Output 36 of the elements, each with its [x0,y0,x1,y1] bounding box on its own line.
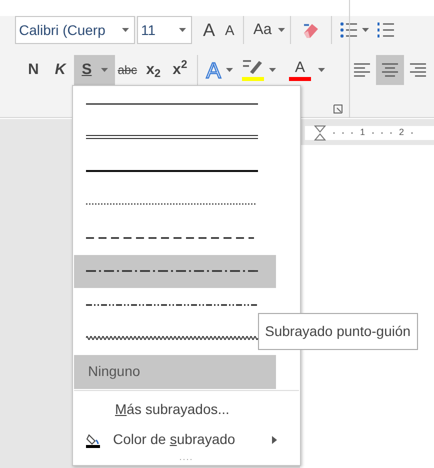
dropdown-icon[interactable] [100,67,109,73]
submenu-arrow-icon [272,436,278,444]
font-size-value: 11 [141,20,157,40]
format-button[interactable]: K [46,55,74,85]
font-name-field[interactable]: Calibri (Cuerp [15,16,135,44]
font-name-value: Calibri (Cuerp [19,20,106,40]
dropdown-icon[interactable] [121,27,130,33]
format-button[interactable]: S [74,55,115,85]
dropdown-icon[interactable] [178,27,187,33]
dropdown-icon[interactable] [268,67,277,73]
menu-item[interactable]: Ninguno [74,355,276,388]
dropdown-icon[interactable] [224,67,234,73]
grow-font-button[interactable]: A [198,15,220,45]
paint-bucket-icon [85,432,101,448]
color-bar [288,76,311,80]
indent-marker-icon[interactable] [314,125,326,141]
dropdown-icon[interactable] [276,27,286,33]
numbered-list-icon[interactable] [376,20,395,40]
dialog-launcher-icon[interactable] [333,104,343,114]
font-color-button[interactable]: A [282,55,317,85]
ruler-number: 1 [360,126,366,140]
bullet-list-icon[interactable] [338,20,358,40]
font-size-field[interactable]: 11 [137,16,192,44]
shrink-font-button[interactable]: A [220,15,240,45]
highlighter-icon[interactable] [242,58,264,82]
dropdown-icon[interactable] [360,27,370,33]
format-button[interactable]: N [20,55,47,85]
dropdown-icon[interactable] [316,67,326,73]
format-button[interactable]: abc [114,55,140,85]
menu-command[interactable]: Más subrayados... [73,394,300,424]
menu-command[interactable]: Color de subrayado [73,424,300,454]
format-button[interactable]: x$^{2}$ [166,55,194,85]
tooltip: Subrayado punto-guión [258,313,418,350]
change-case-button[interactable]: Aa [248,15,277,45]
format-button[interactable]: x$_{2}$ [140,55,167,85]
ruler-number: 2 [399,126,404,140]
